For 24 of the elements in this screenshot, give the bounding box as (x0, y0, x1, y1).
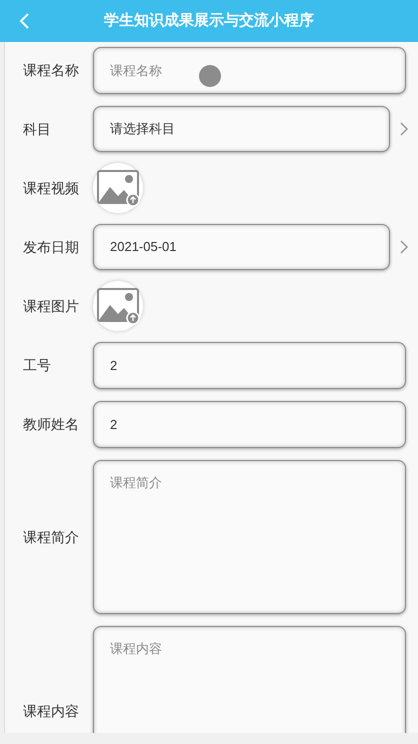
image-upload-button[interactable] (93, 163, 143, 213)
text-field[interactable]: 课程名称 (93, 47, 406, 94)
field-label: 教师姓名 (22, 415, 80, 434)
image-upload-button[interactable] (93, 281, 143, 331)
field-label: 发布日期 (22, 238, 80, 256)
field-label: 工号 (22, 356, 52, 375)
text-field[interactable]: 2 (93, 401, 406, 448)
image-upload-icon (96, 287, 140, 325)
page-title: 学生知识成果展示与交流小程序 (104, 10, 314, 31)
select-field[interactable]: 请选择科目 (93, 106, 390, 152)
field-label: 课程内容 (22, 702, 80, 720)
field-label: 课程视频 (22, 178, 80, 198)
back-icon[interactable] (18, 12, 30, 30)
chevron-right-icon (398, 121, 410, 137)
text-area[interactable]: 课程简介 (93, 460, 406, 614)
text-field[interactable]: 2 (93, 342, 406, 389)
field-label: 课程简介 (22, 528, 80, 546)
field-label: 课程名称 (22, 61, 80, 80)
image-upload-icon (96, 169, 140, 207)
select-field[interactable]: 2021-05-01 (93, 224, 390, 270)
chevron-right-icon (398, 239, 410, 255)
text-area[interactable]: 课程内容 (93, 626, 406, 733)
field-label: 课程图片 (22, 296, 80, 316)
field-label: 科目 (22, 120, 52, 138)
